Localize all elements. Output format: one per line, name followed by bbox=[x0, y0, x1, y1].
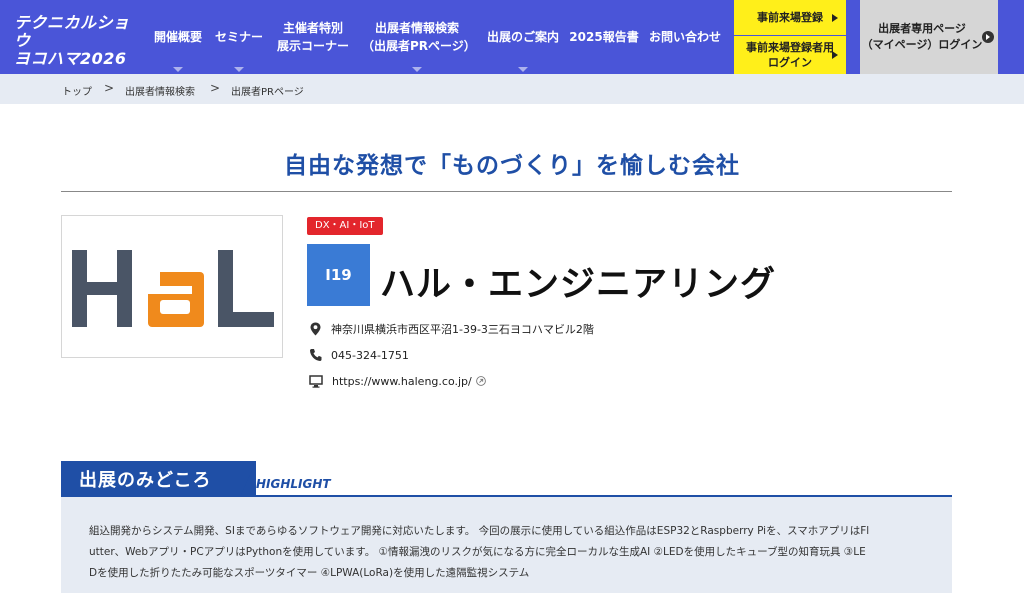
monitor-icon bbox=[309, 374, 323, 388]
nav-item-label: 2025報告書 bbox=[569, 30, 639, 44]
highlight-subheading: HIGHLIGHT bbox=[256, 477, 331, 491]
pre-register-login-button[interactable]: 事前来場登録者用 ログイン bbox=[734, 36, 846, 74]
highlight-body: 組込開発からシステム開発、SIまであらゆるソフトウェア開発に対応いたします。 今… bbox=[61, 497, 952, 593]
nav-item-exhibitor-search[interactable]: 出展者情報検索 （出展者PRページ） bbox=[362, 0, 476, 74]
breadcrumb-current: 出展者PRページ bbox=[231, 87, 304, 98]
highlight-line: 組込開発からシステム開発、SIまであらゆるソフトウェア開発に対応いたします。 今… bbox=[89, 525, 870, 537]
nav-item-report[interactable]: 2025報告書 bbox=[568, 0, 640, 74]
pre-register-label: 事前来場登録 bbox=[757, 11, 823, 24]
highlight-heading-text: 出展のみどころ bbox=[79, 470, 212, 491]
booth-number: I19 bbox=[307, 244, 370, 306]
nav-item-label: 主催者特別 展示コーナー bbox=[276, 21, 349, 53]
hal-logo-icon bbox=[72, 250, 274, 327]
highlight-line: Dを使用した折りたたみ可能なスポーツタイマー ④LPWA(LoRa)を使用した遠… bbox=[89, 567, 530, 579]
nav-item-label: お問い合わせ bbox=[648, 30, 721, 44]
circle-arrow-icon bbox=[982, 31, 994, 43]
nav-item-special-exhibit[interactable]: 主催者特別 展示コーナー bbox=[272, 0, 354, 74]
phone-row: 045-324-1751 bbox=[309, 346, 409, 364]
phone-text: 045-324-1751 bbox=[331, 348, 409, 362]
nav-item-exhibit-guide[interactable]: 出展のご案内 bbox=[482, 0, 564, 74]
logo-line-2: ヨコハマ2026 bbox=[14, 49, 127, 68]
url-row: https://www.haleng.co.jp/ bbox=[309, 372, 495, 390]
company-name: ハル・エンジニアリング bbox=[380, 265, 777, 305]
divider bbox=[61, 191, 952, 192]
chevron-down-icon bbox=[412, 67, 422, 72]
nav-item-label: 出展者情報検索 （出展者PRページ） bbox=[362, 21, 476, 53]
site-logo[interactable]: テクニカルショウ ヨコハマ2026 bbox=[14, 14, 144, 68]
pre-register-button[interactable]: 事前来場登録 bbox=[734, 0, 846, 35]
external-link-icon[interactable] bbox=[475, 376, 486, 386]
highlight-line: utter、Webアプリ・PCアプリはPythonを使用しています。 ①情報漏洩… bbox=[89, 546, 866, 558]
chevron-down-icon bbox=[173, 67, 183, 72]
nav-item-overview[interactable]: 開催概要 bbox=[150, 0, 206, 74]
company-url-link[interactable]: https://www.haleng.co.jp/ bbox=[332, 375, 472, 388]
breadcrumb-separator-icon: > bbox=[104, 81, 115, 95]
address-text: 神奈川県横浜市西区平沼1-39-3三石ヨコハマビル2階 bbox=[331, 323, 594, 336]
phone-icon bbox=[310, 349, 322, 361]
highlight-heading: 出展のみどころ bbox=[61, 461, 256, 497]
site-header: テクニカルショウ ヨコハマ2026 開催概要 セミナー 主催者特別 展示コーナー… bbox=[0, 0, 1024, 74]
breadcrumb: トップ > 出展者情報検索 > 出展者PRページ bbox=[0, 74, 1024, 104]
pre-register-login-label: 事前来場登録者用 ログイン bbox=[746, 41, 834, 69]
arrow-right-icon bbox=[832, 13, 838, 22]
company-logo bbox=[61, 215, 283, 358]
chevron-down-icon bbox=[518, 67, 528, 72]
breadcrumb-top[interactable]: トップ bbox=[62, 83, 92, 98]
exhibitor-mypage-login-button[interactable]: 出展者専用ページ （マイページ）ログイン bbox=[860, 0, 998, 74]
chevron-down-icon bbox=[234, 67, 244, 72]
nav-item-label: セミナー bbox=[214, 30, 263, 44]
category-tag: DX・AI・IoT bbox=[307, 217, 383, 235]
address-row: 神奈川県横浜市西区平沼1-39-3三石ヨコハマビル2階 bbox=[309, 320, 594, 338]
nav-item-seminar[interactable]: セミナー bbox=[211, 0, 267, 74]
logo-line-1: テクニカルショウ bbox=[14, 13, 130, 50]
highlight-heading-notch bbox=[240, 461, 256, 497]
mypage-login-label: 出展者専用ページ （マイページ）ログイン bbox=[861, 22, 983, 51]
arrow-right-icon bbox=[832, 51, 838, 59]
nav-item-label: 出展のご案内 bbox=[486, 30, 559, 44]
nav-item-label: 開催概要 bbox=[153, 30, 202, 44]
nav-item-contact[interactable]: お問い合わせ bbox=[644, 0, 726, 74]
page-title: 自由な発想で「ものづくり」を愉しむ会社 bbox=[284, 153, 740, 179]
breadcrumb-separator-icon: > bbox=[210, 81, 221, 95]
map-pin-icon bbox=[310, 322, 321, 336]
breadcrumb-exhibitor-search[interactable]: 出展者情報検索 bbox=[125, 83, 195, 98]
